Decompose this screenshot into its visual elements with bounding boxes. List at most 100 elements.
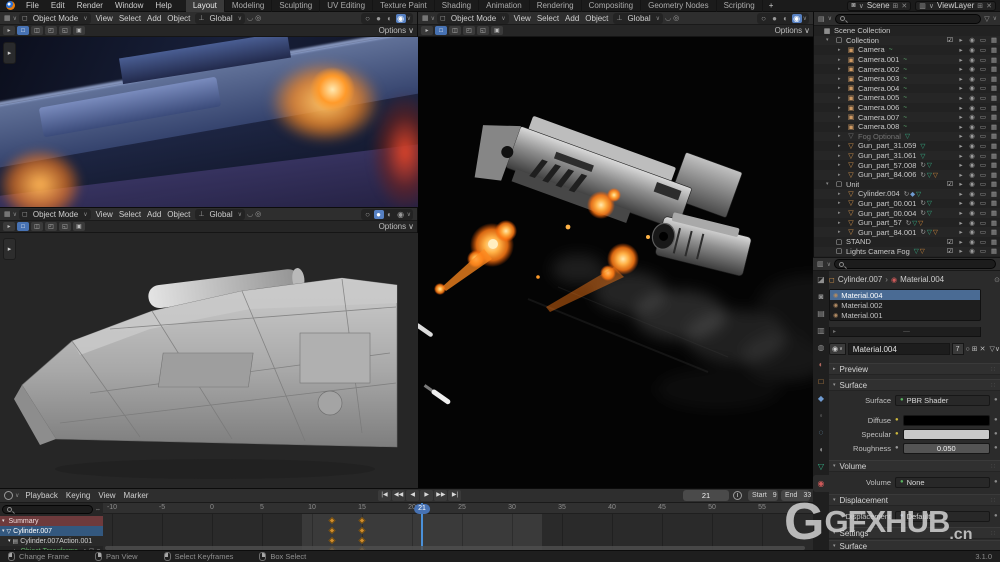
viewport-disable-toggle-icon[interactable]: ▭ [978, 132, 988, 140]
outliner-row[interactable]: ▸ Camera.003 ~ ▸ ◉ ▭ ▦ [814, 74, 1000, 84]
workspace-tab[interactable]: Texture Paint [373, 0, 435, 12]
render-disable-toggle-icon[interactable]: ▦ [989, 199, 999, 207]
disclosure-triangle-icon[interactable]: ▾ [826, 37, 834, 43]
render-disable-toggle-icon[interactable]: ▦ [989, 94, 999, 102]
shading-rendered-icon[interactable]: ◉ [396, 14, 406, 23]
selectable-toggle-icon[interactable]: ▸ [956, 84, 966, 92]
select-mode-set[interactable]: □ [17, 222, 29, 231]
render-disable-toggle-icon[interactable]: ▦ [989, 180, 999, 188]
options-dropdown[interactable]: Options∨ [379, 222, 414, 231]
displacement-dropdown[interactable]: ●Default [895, 511, 990, 522]
viewport-menu-item[interactable]: Select [116, 14, 144, 23]
selectable-toggle-icon[interactable]: ▸ [956, 75, 966, 83]
viewport-menu-item[interactable]: Select [116, 210, 144, 219]
timeline-menu-item[interactable]: View [94, 491, 119, 500]
shading-solid-icon[interactable]: ● [770, 14, 780, 23]
shading-rendered-icon[interactable]: ◉ [792, 14, 802, 23]
select-mode-subtract[interactable]: ◰ [45, 222, 57, 231]
menu-item[interactable]: Edit [45, 0, 71, 12]
outliner-row[interactable]: ▸ Fog Optional ▽ ▸ ◉ ▭ ▦ [814, 132, 1000, 142]
disclosure-triangle-icon[interactable]: ▸ [838, 76, 846, 82]
workspace-tab[interactable]: Modeling [225, 0, 272, 12]
viewport-solid-model[interactable] [0, 233, 418, 489]
selectable-toggle-icon[interactable]: ▸ [956, 56, 966, 64]
scene-selector[interactable]: ◙ ∨ Scene ⊞ ✕ [847, 1, 911, 11]
shading-rendered-icon[interactable]: ◉ [396, 210, 406, 219]
outliner-row[interactable]: ▸ Camera.006 ~ ▸ ◉ ▭ ▦ [814, 103, 1000, 113]
selectable-toggle-icon[interactable]: ▸ [956, 209, 966, 217]
material-slot[interactable]: ◉ Material.004 [830, 290, 980, 300]
outliner-row[interactable]: ▸ Cylinder.004 ↻◆▽ ▸ ◉ ▭ ▦ [814, 189, 1000, 199]
panel-grip-icon[interactable]: ∷ [991, 382, 996, 389]
render-disable-toggle-icon[interactable]: ▦ [989, 123, 999, 131]
render-disable-toggle-icon[interactable]: ▦ [989, 228, 999, 236]
roughness-slider[interactable]: 0.050 [903, 443, 990, 454]
outliner-row[interactable]: ▸ Gun_part_31.059 ▽ ▸ ◉ ▭ ▦ [814, 141, 1000, 151]
render-disable-toggle-icon[interactable]: ▦ [989, 247, 999, 255]
preview-panel-header[interactable]: ▸ Preview ∷ [829, 363, 1000, 375]
menu-item[interactable]: File [20, 0, 45, 12]
shading-solid-icon[interactable]: ● [374, 14, 384, 23]
hide-eye-toggle-icon[interactable]: ◉ [967, 247, 977, 255]
outliner-row[interactable]: ▾ Unit ☑ ▸ ◉ ▭ ▦ [814, 180, 1000, 190]
workspace-tab[interactable]: Animation [479, 0, 530, 12]
hide-eye-toggle-icon[interactable]: ◉ [967, 56, 977, 64]
users-count-button[interactable]: 7 [952, 343, 964, 355]
render-disable-toggle-icon[interactable]: ▦ [989, 75, 999, 83]
select-mode-extend[interactable]: ◫ [31, 26, 43, 35]
viewport-disable-toggle-icon[interactable]: ▭ [978, 142, 988, 150]
timeline-channel-row[interactable]: ▾ ▤ Cylinder.007Action.001 [0, 536, 103, 546]
frame-end-field[interactable]: End 33 [781, 490, 810, 501]
render-disable-toggle-icon[interactable]: ▦ [989, 65, 999, 73]
transport-button[interactable]: ▶| [448, 490, 461, 501]
hide-eye-toggle-icon[interactable]: ◉ [967, 132, 977, 140]
delete-scene-button[interactable]: ✕ [901, 2, 907, 10]
disclosure-triangle-icon[interactable]: ▸ [838, 172, 846, 178]
render-disable-toggle-icon[interactable]: ▦ [989, 152, 999, 160]
timeline-menu-item[interactable]: Marker [120, 491, 153, 500]
viewport-menu-item[interactable]: Add [144, 210, 164, 219]
properties-tab[interactable] [813, 322, 829, 339]
selectable-toggle-icon[interactable]: ▸ [956, 46, 966, 54]
editor-type-icon[interactable]: ▦ [422, 14, 429, 22]
properties-tab[interactable] [813, 390, 829, 407]
panel-grip-icon[interactable]: ∷ [991, 366, 996, 373]
workspace-tab[interactable]: Layout [186, 0, 225, 12]
viewport-menu-item[interactable]: View [511, 14, 534, 23]
new-scene-button[interactable]: ⊞ [893, 2, 899, 10]
viewport-rendered-scene[interactable] [418, 37, 813, 488]
selectable-toggle-icon[interactable]: ▸ [956, 94, 966, 102]
render-disable-toggle-icon[interactable]: ▦ [989, 142, 999, 150]
selectable-toggle-icon[interactable]: ▸ [956, 238, 966, 246]
shader-dropdown[interactable]: ●PBR Shader [895, 395, 990, 406]
disclosure-triangle-icon[interactable]: ▸ [838, 210, 846, 216]
proportional-edit-icon[interactable]: ◎ [673, 14, 679, 22]
viewport-menu-item[interactable]: Object [582, 14, 611, 23]
hide-eye-toggle-icon[interactable]: ◉ [967, 209, 977, 217]
surface-panel-header[interactable]: ▾ Surface ∷ [829, 379, 1000, 391]
collection-checkbox[interactable]: ☑ [945, 238, 955, 246]
viewport-disable-toggle-icon[interactable]: ▭ [978, 190, 988, 198]
render-disable-toggle-icon[interactable]: ▦ [989, 56, 999, 64]
viewport-disable-toggle-icon[interactable]: ▭ [978, 113, 988, 121]
disclosure-triangle-icon[interactable]: ▸ [838, 85, 846, 91]
selectable-toggle-icon[interactable]: ▸ [956, 219, 966, 227]
expand-icon[interactable]: ▸ [833, 328, 836, 335]
hide-eye-toggle-icon[interactable]: ◉ [967, 75, 977, 83]
breadcrumb-object[interactable]: Cylinder.007 [838, 275, 882, 284]
viewport-disable-toggle-icon[interactable]: ▭ [978, 171, 988, 179]
disclosure-triangle-icon[interactable]: ▸ [838, 47, 846, 53]
material-name-field[interactable]: Material.004 [848, 343, 950, 355]
selectable-toggle-icon[interactable]: ▸ [956, 142, 966, 150]
outliner-row[interactable]: ▸ Camera.008 ~ ▸ ◉ ▭ ▦ [814, 122, 1000, 132]
viewport-disable-toggle-icon[interactable]: ▭ [978, 104, 988, 112]
panel-grip-icon[interactable]: ∷ [991, 497, 996, 504]
options-dropdown[interactable]: Options∨ [775, 26, 810, 35]
hide-eye-toggle-icon[interactable]: ◉ [967, 228, 977, 236]
viewport-disable-toggle-icon[interactable]: ▭ [978, 247, 988, 255]
diffuse-color-swatch[interactable] [903, 415, 990, 426]
disclosure-triangle-icon[interactable]: ▸ [838, 200, 846, 206]
viewport-menu-item[interactable]: Add [562, 14, 582, 23]
viewport-disable-toggle-icon[interactable]: ▭ [978, 36, 988, 44]
disclosure-triangle-icon[interactable]: ▸ [838, 153, 846, 159]
